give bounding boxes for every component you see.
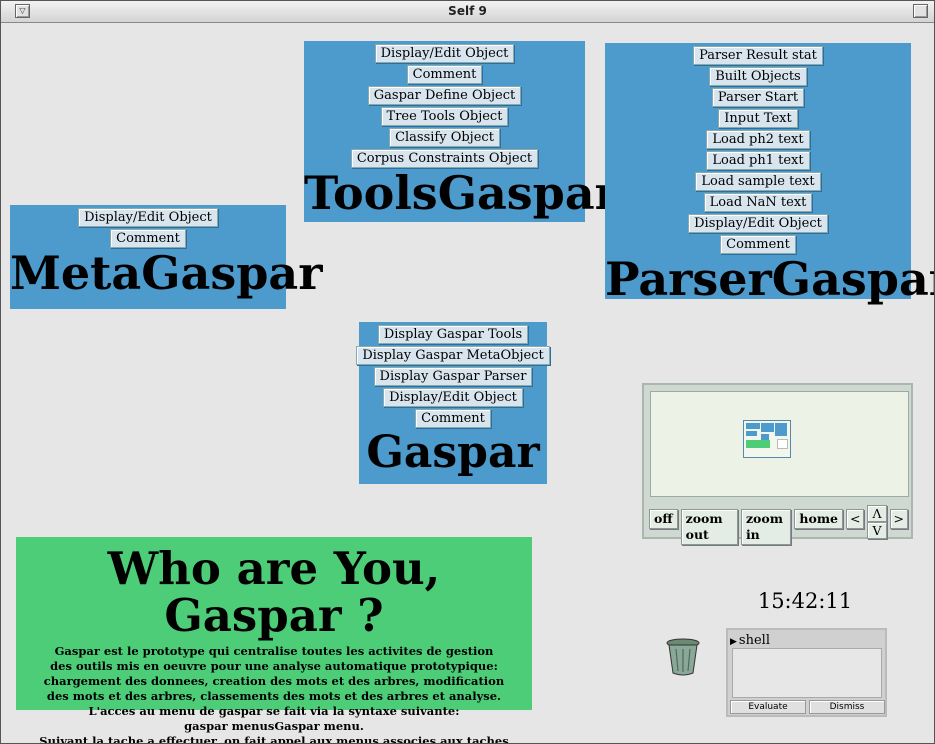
pan-right-button[interactable]: > bbox=[889, 509, 908, 529]
info-line: Suivant la tache a effectuer, on fait ap… bbox=[39, 733, 509, 744]
who-are-you-panel[interactable]: Who are You, Gaspar ? Gaspar est le prot… bbox=[16, 537, 532, 743]
load-ph2-text-button[interactable]: Load ph2 text bbox=[706, 130, 810, 149]
parser-gaspar-menu: Parser Result stat Built Objects Parser … bbox=[605, 46, 911, 256]
gaspar-display-edit-button[interactable]: Display/Edit Object bbox=[383, 388, 523, 407]
tree-tools-object-button[interactable]: Tree Tools Object bbox=[380, 107, 509, 126]
trash-can-icon[interactable] bbox=[665, 637, 701, 677]
gaspar-comment-button[interactable]: Comment bbox=[415, 409, 491, 428]
dismiss-button[interactable]: Dismiss bbox=[809, 700, 885, 714]
built-objects-button[interactable]: Built Objects bbox=[709, 67, 807, 86]
evaluate-button[interactable]: Evaluate bbox=[730, 700, 806, 714]
navigator-controls: off zoom out zoom in home < Λ V > bbox=[649, 505, 911, 545]
pan-left-button[interactable]: < bbox=[846, 509, 865, 529]
shell-title: shell bbox=[738, 633, 770, 648]
info-line: Gaspar est le prototype qui centralise t… bbox=[54, 643, 494, 658]
shell-buttons: Evaluate Dismiss bbox=[730, 700, 888, 714]
pan-down-button[interactable]: V bbox=[867, 522, 887, 539]
home-button[interactable]: home bbox=[794, 509, 843, 529]
info-line: chargement des donnees, creation des mot… bbox=[43, 673, 505, 688]
info-text: Gaspar est le prototype qui centralise t… bbox=[16, 644, 532, 744]
gaspar-menu: Display Gaspar Tools Display Gaspar Meta… bbox=[356, 325, 550, 430]
mini-map[interactable] bbox=[743, 420, 791, 458]
window-title: Self 9 bbox=[448, 4, 487, 18]
meta-gaspar-title: MetaGaspar bbox=[10, 246, 323, 300]
pan-updown: Λ V bbox=[867, 505, 887, 539]
zoom-out-button[interactable]: zoom out bbox=[680, 509, 738, 545]
clock: 15:42:11 bbox=[757, 589, 853, 613]
info-line: gaspar menusGaspar menu. bbox=[184, 718, 364, 733]
gaspar-define-object-button[interactable]: Gaspar Define Object bbox=[367, 86, 522, 105]
navigator-viewport[interactable] bbox=[650, 391, 909, 497]
info-line: L'acces au menu de gaspar se fait via la… bbox=[88, 703, 460, 718]
parser-result-stat-button[interactable]: Parser Result stat bbox=[693, 46, 823, 65]
tools-display-edit-button[interactable]: Display/Edit Object bbox=[374, 44, 515, 63]
tools-comment-button[interactable]: Comment bbox=[406, 65, 483, 84]
input-text-button[interactable]: Input Text bbox=[718, 109, 798, 128]
meta-gaspar-outliner[interactable]: Display/Edit Object Comment MetaGaspar bbox=[10, 205, 323, 309]
self-window: ▽ Self 9 Display/Edit Object Comment Gas… bbox=[0, 0, 935, 744]
parser-gaspar-title: ParserGaspar bbox=[605, 252, 935, 306]
zoom-in-button[interactable]: zoom in bbox=[740, 509, 792, 545]
load-nan-text-button[interactable]: Load NaN text bbox=[703, 193, 813, 212]
shell-header[interactable]: ▶ shell bbox=[730, 633, 770, 648]
off-button[interactable]: off bbox=[649, 509, 678, 529]
load-sample-text-button[interactable]: Load sample text bbox=[695, 172, 821, 191]
shell-input[interactable] bbox=[732, 648, 882, 698]
info-line: des outils mis en oeuvre pour une analys… bbox=[50, 658, 498, 673]
tools-gaspar-title: ToolsGaspar bbox=[304, 166, 619, 220]
classify-object-button[interactable]: Classify Object bbox=[389, 128, 500, 147]
display-gaspar-metaobject-button[interactable]: Display Gaspar MetaObject bbox=[356, 346, 550, 365]
gaspar-outliner[interactable]: Display Gaspar Tools Display Gaspar Meta… bbox=[356, 322, 550, 484]
info-title: Who are You, Gaspar ? bbox=[107, 542, 441, 643]
load-ph1-text-button[interactable]: Load ph1 text bbox=[706, 151, 810, 170]
tools-gaspar-outliner[interactable]: Display/Edit Object Comment Gaspar Defin… bbox=[304, 41, 619, 222]
resize-icon[interactable] bbox=[913, 4, 928, 18]
shell-outliner[interactable]: ▶ shell Evaluate Dismiss bbox=[726, 628, 887, 717]
parser-gaspar-outliner[interactable]: Parser Result stat Built Objects Parser … bbox=[605, 43, 935, 306]
meta-display-edit-button[interactable]: Display/Edit Object bbox=[78, 208, 218, 227]
desktop: Display/Edit Object Comment Gaspar Defin… bbox=[1, 23, 934, 743]
parser-display-edit-button[interactable]: Display/Edit Object bbox=[688, 214, 828, 233]
expand-triangle-icon[interactable]: ▶ bbox=[730, 637, 737, 647]
info-line: des mots et des arbres, classements des … bbox=[46, 688, 502, 703]
display-gaspar-tools-button[interactable]: Display Gaspar Tools bbox=[377, 325, 529, 344]
tools-gaspar-menu: Display/Edit Object Comment Gaspar Defin… bbox=[304, 44, 585, 170]
meta-gaspar-menu: Display/Edit Object Comment bbox=[10, 208, 286, 250]
world-navigator: off zoom out zoom in home < Λ V > bbox=[642, 383, 913, 545]
gaspar-title: Gaspar bbox=[366, 427, 540, 478]
pan-up-button[interactable]: Λ bbox=[867, 505, 887, 522]
parser-start-button[interactable]: Parser Start bbox=[711, 88, 805, 107]
title-bar[interactable]: ▽ Self 9 bbox=[1, 1, 934, 23]
display-gaspar-parser-button[interactable]: Display Gaspar Parser bbox=[373, 367, 533, 386]
